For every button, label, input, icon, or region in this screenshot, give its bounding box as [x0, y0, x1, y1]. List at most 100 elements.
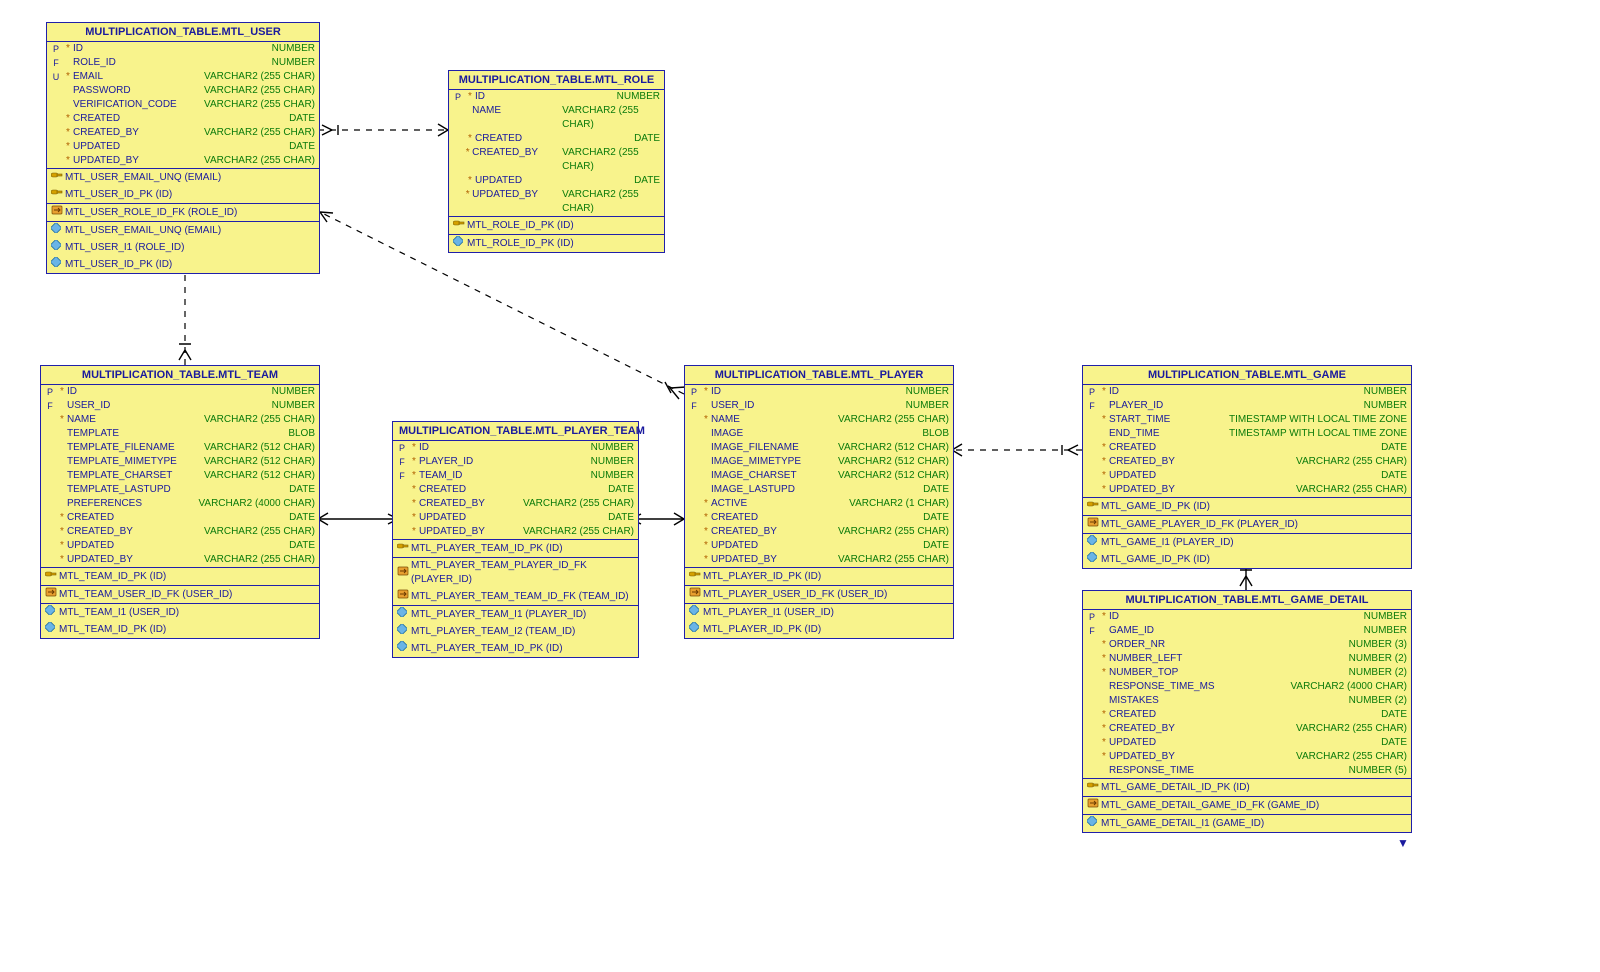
index-icon — [1087, 535, 1101, 550]
column-type: VARCHAR2 (255 CHAR) — [515, 497, 634, 511]
index-icon — [51, 240, 65, 255]
not-null-flag: * — [409, 497, 419, 511]
entity-user[interactable]: MULTIPLICATION_TABLE.MTL_USERP*IDNUMBERF… — [46, 22, 320, 274]
key-flag — [687, 427, 701, 441]
column-row: *CREATED_BY VARCHAR2 (255 CHAR) — [393, 497, 638, 511]
column-type: VARCHAR2 (1 CHAR) — [841, 497, 949, 511]
column-type: NUMBER (2) — [1341, 666, 1407, 680]
not-null-flag — [1099, 694, 1109, 708]
not-null-flag: * — [409, 483, 419, 497]
index: MTL_PLAYER_TEAM_I1 (PLAYER_ID) — [393, 606, 638, 623]
entity-game_detail[interactable]: MULTIPLICATION_TABLE.MTL_GAME_DETAILP*ID… — [1082, 590, 1412, 833]
key-flag — [43, 441, 57, 455]
column-name: CREATED_BY — [419, 497, 501, 511]
not-null-flag: * — [701, 525, 711, 539]
column-row: *NUMBER_TOPNUMBER (2) — [1083, 666, 1411, 680]
column-type: VARCHAR2 (512 CHAR) — [196, 469, 315, 483]
key-flag: F — [1085, 624, 1099, 638]
column-row: VERIFICATION_CODEVARCHAR2 (255 CHAR) — [47, 98, 319, 112]
key-flag — [687, 441, 701, 455]
column-row: *CREATED_BYVARCHAR2 (255 CHAR) — [1083, 455, 1411, 469]
key-flag: F — [49, 56, 63, 70]
column-type: DATE — [1373, 469, 1407, 483]
column-row: FPLAYER_IDNUMBER — [1083, 399, 1411, 413]
column-type: BLOB — [914, 427, 949, 441]
column-row: IMAGEBLOB — [685, 427, 953, 441]
column-type: VARCHAR2 (255 CHAR) — [830, 553, 949, 567]
not-null-flag — [57, 427, 67, 441]
pk-constraint: MTL_GAME_DETAIL_ID_PK (ID) — [1083, 779, 1411, 796]
column-name: ID — [67, 385, 189, 399]
column-type: VARCHAR2 (512 CHAR) — [196, 441, 315, 455]
index: MTL_ROLE_ID_PK (ID) — [449, 235, 664, 252]
column-name: UPDATED_BY — [419, 525, 501, 539]
column-name: USER_ID — [711, 399, 819, 413]
fk-constraint-icon — [397, 589, 411, 604]
pk-constraint-icon — [397, 541, 411, 556]
column-name: TEMPLATE_FILENAME — [67, 441, 189, 455]
key-flag: P — [43, 385, 57, 399]
not-null-flag: * — [63, 154, 73, 168]
not-null-flag: * — [1099, 708, 1109, 722]
key-flag — [49, 98, 63, 112]
key-flag — [1085, 469, 1099, 483]
entity-team[interactable]: MULTIPLICATION_TABLE.MTL_TEAMP*IDNUMBERF… — [40, 365, 320, 639]
not-null-flag — [463, 104, 472, 132]
column-type: NUMBER — [898, 385, 949, 399]
column-name: UPDATED_BY — [711, 553, 819, 567]
fk-constraint-label: MTL_GAME_PLAYER_ID_FK (PLAYER_ID) — [1101, 518, 1298, 532]
column-name: NUMBER_TOP — [1109, 666, 1225, 680]
not-null-flag: * — [1099, 652, 1109, 666]
column-name: UPDATED — [73, 140, 193, 154]
column-name: EMAIL — [73, 70, 193, 84]
column-row: *CREATED_BYVARCHAR2 (255 CHAR) — [41, 525, 319, 539]
column-type: NUMBER — [1356, 399, 1407, 413]
column-type: NUMBER (5) — [1341, 764, 1407, 778]
pk-constraint-icon — [51, 170, 65, 185]
column-name: CREATED_BY — [67, 525, 189, 539]
column-row: IMAGE_LASTUPDDATE — [685, 483, 953, 497]
entity-title: MULTIPLICATION_TABLE.MTL_PLAYER_TEAM — [393, 422, 638, 441]
column-row: *UPDATED_BYVARCHAR2 (255 CHAR) — [685, 553, 953, 567]
index: MTL_PLAYER_TEAM_ID_PK (ID) — [393, 640, 638, 657]
pk-constraint: MTL_USER_EMAIL_UNQ (EMAIL) — [47, 169, 319, 186]
index: MTL_TEAM_I1 (USER_ID) — [41, 604, 319, 621]
column-name: CREATED_BY — [73, 126, 193, 140]
column-name: ACTIVE — [711, 497, 819, 511]
column-type: NUMBER (3) — [1341, 638, 1407, 652]
column-type: DATE — [281, 112, 315, 126]
entity-player[interactable]: MULTIPLICATION_TABLE.MTL_PLAYERP*IDNUMBE… — [684, 365, 954, 639]
not-null-flag — [1099, 399, 1109, 413]
column-type: DATE — [600, 511, 634, 525]
entity-title: MULTIPLICATION_TABLE.MTL_GAME — [1083, 366, 1411, 385]
column-name: UPDATED — [1109, 469, 1189, 483]
column-row: *CREATEDDATE — [449, 132, 664, 146]
entity-title: MULTIPLICATION_TABLE.MTL_TEAM — [41, 366, 319, 385]
pk-constraint-label: MTL_GAME_DETAIL_ID_PK (ID) — [1101, 781, 1250, 795]
not-null-flag: * — [57, 539, 67, 553]
key-flag — [451, 146, 463, 174]
entity-player_team[interactable]: MULTIPLICATION_TABLE.MTL_PLAYER_TEAMP*ID… — [392, 421, 639, 658]
entity-game[interactable]: MULTIPLICATION_TABLE.MTL_GAMEP*IDNUMBERF… — [1082, 365, 1412, 569]
column-row: NAMEVARCHAR2 (255 CHAR) — [449, 104, 664, 132]
column-row: *UPDATEDDATE — [47, 140, 319, 154]
key-flag — [1085, 483, 1099, 497]
column-type: NUMBER — [264, 56, 315, 70]
column-row: *UPDATED_BYVARCHAR2 (255 CHAR) — [1083, 483, 1411, 497]
column-row: *ORDER_NRNUMBER (3) — [1083, 638, 1411, 652]
column-name: TEMPLATE_MIMETYPE — [67, 455, 189, 469]
column-name: PASSWORD — [73, 84, 193, 98]
pk-constraint: MTL_TEAM_ID_PK (ID) — [41, 568, 319, 585]
column-type: VARCHAR2 (4000 CHAR) — [190, 497, 315, 511]
pk-constraint-label: MTL_PLAYER_TEAM_ID_PK (ID) — [411, 542, 563, 556]
column-row: FROLE_IDNUMBER — [47, 56, 319, 70]
key-flag — [1085, 441, 1099, 455]
column-type: VARCHAR2 (255 CHAR) — [554, 188, 660, 216]
column-name: CREATED_BY — [472, 146, 554, 174]
column-type: VARCHAR2 (255 CHAR) — [196, 84, 315, 98]
index: MTL_PLAYER_I1 (USER_ID) — [685, 604, 953, 621]
column-type: VARCHAR2 (512 CHAR) — [196, 455, 315, 469]
entity-role[interactable]: MULTIPLICATION_TABLE.MTL_ROLEP*IDNUMBERN… — [448, 70, 665, 253]
not-null-flag — [701, 399, 711, 413]
fk-constraint-icon — [397, 566, 411, 581]
